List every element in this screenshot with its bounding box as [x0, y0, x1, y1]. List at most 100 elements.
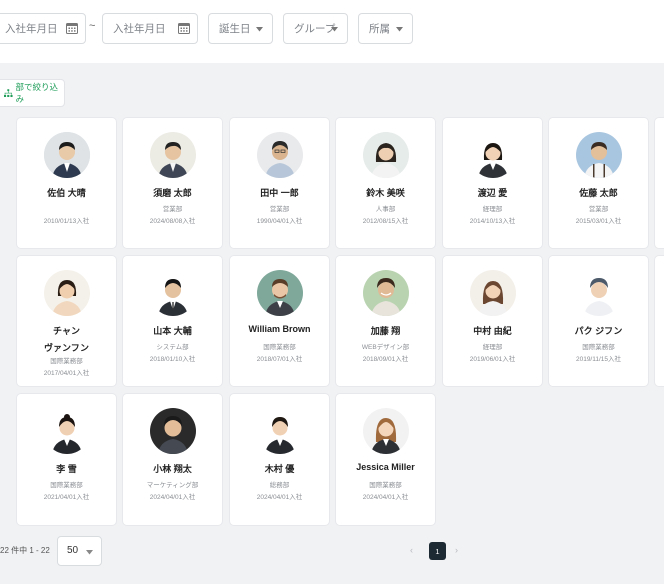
employee-name: 加藤 翔 [370, 326, 401, 336]
employee-name: 鈴木 美咲 [366, 188, 405, 198]
employee-card[interactable]: 李 雪 国際業務部 2021/04/01入社 [16, 393, 117, 526]
employee-card[interactable]: 佐伯 大晴 2010/01/13入社 [16, 117, 117, 249]
employee-card[interactable]: 田中 一郎 営業部 1990/04/01入社 [229, 117, 330, 249]
group-label: グループ [294, 23, 336, 35]
employee-avatar [470, 270, 516, 316]
employee-card[interactable]: 小林 翔太 マーケティング部 2024/04/01入社 [122, 393, 223, 526]
employee-card[interactable]: 佐藤 太郎 営業部 2015/03/01入社 [548, 117, 649, 249]
employee-name: Jessica Miller [356, 462, 415, 472]
employee-name: 渡辺 愛 [477, 188, 508, 198]
employee-department: 国際業務部 [263, 344, 296, 351]
page-1-button[interactable]: 1 [429, 542, 446, 560]
employee-card[interactable]: 鈴木 美咲 人事部 2012/08/15入社 [335, 117, 436, 249]
employee-hire-date: 2019/06/01入社 [469, 356, 516, 363]
employee-avatar [576, 132, 622, 178]
employee-hire-date: 2021/04/01入社 [43, 494, 90, 501]
employee-department: WEBデザイン部 [361, 344, 410, 351]
employee-department: 国際業務部 [582, 344, 615, 351]
employee-card[interactable]: William Brown 国際業務部 2018/07/01入社 [229, 255, 330, 387]
employee-avatar [150, 408, 196, 454]
employee-card[interactable]: 中村 由紀 経理部 2019/06/01入社 [442, 255, 543, 387]
employee-department: 経理部 [482, 344, 503, 351]
employee-card-partial[interactable] [654, 255, 664, 387]
chevron-down-icon [331, 27, 338, 32]
range-separator: ~ [89, 20, 96, 32]
employee-card[interactable]: 渡辺 愛 経理部 2014/10/13入社 [442, 117, 543, 249]
calendar-icon [66, 23, 78, 34]
prev-page-button[interactable]: ‹ [410, 545, 413, 555]
employee-hire-date: 2017/04/01入社 [43, 370, 90, 377]
birthday-dropdown[interactable]: 誕生日 [208, 13, 273, 44]
employee-avatar [257, 270, 303, 316]
group-dropdown[interactable]: グループ [283, 13, 348, 44]
employee-department: 国際業務部 [50, 482, 83, 489]
employee-department: 営業部 [162, 206, 183, 213]
employee-name: 山本 大輔 [153, 326, 192, 336]
employee-department: システム部 [156, 344, 189, 351]
employee-avatar [576, 270, 622, 316]
employee-card[interactable]: 山本 大輔 システム部 2018/01/10入社 [122, 255, 223, 387]
employee-avatar [363, 270, 409, 316]
calendar-icon [178, 23, 190, 34]
employee-name: 佐伯 大晴 [47, 188, 86, 198]
employee-avatar [363, 408, 409, 454]
employee-hire-date: 1990/04/01入社 [256, 218, 303, 225]
employee-department: マーケティング部 [146, 482, 199, 489]
employee-department: 国際業務部 [50, 358, 83, 365]
hire-date-to-input[interactable]: 入社年月日 [102, 13, 198, 44]
employee-name: 小林 翔太 [153, 464, 192, 474]
affiliation-dropdown[interactable]: 所属 [358, 13, 413, 44]
org-chart-icon [4, 88, 13, 97]
employee-name: パク ジフン [574, 326, 623, 336]
employee-hire-date: 2018/07/01入社 [256, 356, 303, 363]
employee-department: 国際業務部 [369, 482, 402, 489]
affiliation-label: 所属 [369, 23, 390, 35]
employee-hire-date: 2024/04/01入社 [362, 494, 409, 501]
employee-hire-date: 2012/08/15入社 [362, 218, 409, 225]
employee-hire-date: 2014/10/13入社 [469, 218, 516, 225]
employee-card[interactable]: Jessica Miller 国際業務部 2024/04/01入社 [335, 393, 436, 526]
employee-avatar [44, 270, 90, 316]
employee-card[interactable]: チャン ヴァンフン 国際業務部 2017/04/01入社 [16, 255, 117, 387]
employee-hire-date: 2018/01/10入社 [149, 356, 196, 363]
employee-name: チャン [53, 326, 80, 336]
employee-name: William Brown [248, 324, 311, 334]
employee-name: 木村 優 [264, 464, 295, 474]
employee-avatar [150, 132, 196, 178]
employee-card[interactable]: パク ジフン 国際業務部 2019/11/15入社 [548, 255, 649, 387]
filter-by-department-button[interactable]: 部で絞り込み [0, 79, 65, 107]
employee-avatar [257, 132, 303, 178]
employee-hire-date: 2010/01/13入社 [43, 218, 90, 225]
employee-card[interactable]: 加藤 翔 WEBデザイン部 2018/09/01入社 [335, 255, 436, 387]
employee-card-partial[interactable] [654, 117, 664, 249]
hire-date-to-placeholder: 入社年月日 [113, 23, 166, 35]
employee-department: 経理部 [482, 206, 503, 213]
hire-date-from-input[interactable]: 入社年月日 [0, 13, 86, 44]
employee-avatar [363, 132, 409, 178]
employee-name: 田中 一郎 [260, 188, 299, 198]
employee-card[interactable]: 須磨 太郎 営業部 2024/08/08入社 [122, 117, 223, 249]
next-page-button[interactable]: › [455, 545, 458, 555]
pagination-info: 22 件中 1 - 22 [0, 546, 50, 555]
employee-department: 営業部 [269, 206, 290, 213]
employee-name-second-line: ヴァンフン [44, 343, 89, 353]
employee-hire-date: 2024/04/01入社 [149, 494, 196, 501]
employee-name: 李 雪 [56, 464, 77, 474]
page-size-select[interactable]: 50 [57, 536, 102, 566]
employee-hire-date: 2018/09/01入社 [362, 356, 409, 363]
employee-hire-date: 2024/04/01入社 [256, 494, 303, 501]
hire-date-from-placeholder: 入社年月日 [5, 23, 58, 35]
filter-bar: 入社年月日 ~ 入社年月日 誕生日 グループ 所属 [0, 0, 664, 63]
employee-avatar [150, 270, 196, 316]
employee-avatar [257, 408, 303, 454]
chevron-down-icon [256, 27, 263, 32]
employee-department: 総務部 [269, 482, 290, 489]
chevron-down-icon [86, 550, 93, 555]
employee-name: 佐藤 太郎 [579, 188, 618, 198]
page-size-value: 50 [67, 545, 79, 556]
chevron-down-icon [396, 27, 403, 32]
employee-avatar [470, 132, 516, 178]
employee-card[interactable]: 木村 優 総務部 2024/04/01入社 [229, 393, 330, 526]
employee-name: 中村 由紀 [473, 326, 512, 336]
employee-hire-date: 2019/11/15入社 [575, 356, 622, 363]
